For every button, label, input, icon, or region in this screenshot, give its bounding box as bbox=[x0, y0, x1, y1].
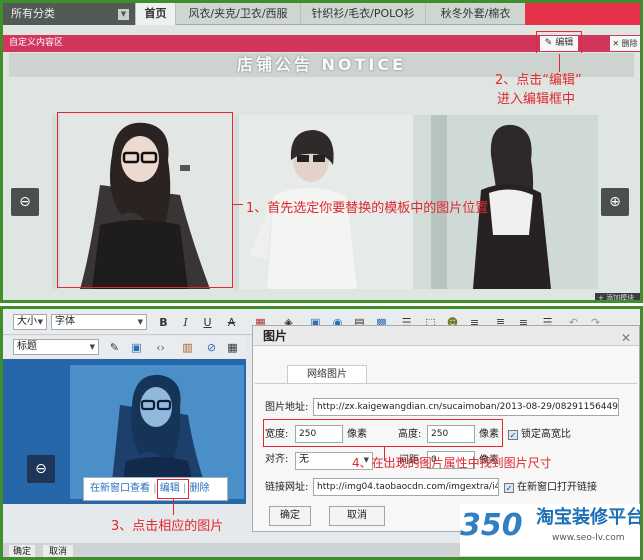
font-size-select[interactable]: 大小 ▼ bbox=[13, 314, 47, 330]
editor-toolbar-row2: 标题 ▼ ✎ ▣ ‹› ▥ ⊘ ▦ bbox=[3, 336, 246, 358]
nav-tab-knitwear[interactable]: 针织衫/毛衣/POLO衫 bbox=[300, 3, 425, 25]
shop-navbar: 所有分类 ▼ 首页 风衣/夹克/卫衣/西服 针织衫/毛衣/POLO衫 秋冬外套/… bbox=[3, 3, 640, 25]
shop-editor-screenshot: 所有分类 ▼ 首页 风衣/夹克/卫衣/西服 针织衫/毛衣/POLO衫 秋冬外套/… bbox=[0, 0, 643, 303]
dialog-ok-button[interactable]: 确定 bbox=[269, 506, 311, 526]
logo-number: 350 bbox=[460, 508, 523, 543]
format-painter-icon[interactable]: ✎ bbox=[107, 340, 122, 355]
size-highlight-box bbox=[263, 419, 503, 447]
lock-ratio-label: 锁定高宽比 bbox=[521, 429, 571, 440]
image-properties-dialog: 图片 ✕ 网络图片 图片地址: http://zx.kaigewangdian.… bbox=[252, 325, 640, 532]
new-window-checkbox[interactable]: ✓ bbox=[504, 483, 514, 493]
image-dialog-screenshot: 大小 ▼ 字体 ▼ B I U A ▦ ◈ ▣ ◉ ▤ ▩ ☰ ⬚ ☻ ≡ ≣ ≡ … bbox=[0, 306, 643, 560]
nav-tab-jackets[interactable]: 风衣/夹克/卫衣/西服 bbox=[175, 3, 300, 25]
close-icon[interactable]: ✕ bbox=[621, 328, 631, 348]
bold-icon[interactable]: B bbox=[156, 315, 171, 330]
nav-tab-coats[interactable]: 秋冬外套/棉衣 bbox=[425, 3, 525, 25]
logo-title: 淘宝装修平台 bbox=[536, 507, 643, 528]
site-logo: 350 淘宝装修平台 www.seo-lv.com bbox=[460, 504, 640, 556]
strikethrough-icon[interactable]: A bbox=[224, 315, 239, 330]
insert-icon[interactable]: ▦ bbox=[225, 340, 240, 355]
url-input[interactable]: http://zx.kaigewangdian.cn/sucaimoban/20… bbox=[313, 398, 619, 416]
carousel-prev-button[interactable]: ⊖ bbox=[27, 455, 55, 483]
tab-network-image[interactable]: 网络图片 bbox=[287, 365, 367, 383]
carousel-next-button[interactable]: ⊕ bbox=[601, 188, 629, 216]
image-context-popup: 在新窗口查看 | 编辑 | 删除 bbox=[83, 477, 228, 501]
open-new-window-link[interactable]: 在新窗口查看 bbox=[90, 483, 150, 494]
annotation-4: 4、在出现的图片属性中找到图片尺寸 bbox=[352, 456, 552, 470]
nav-highlight bbox=[525, 3, 640, 25]
editor-ok-button[interactable]: 确定 bbox=[9, 545, 35, 557]
url-label: 图片地址: bbox=[265, 402, 309, 413]
chevron-down-icon: ▼ bbox=[118, 9, 129, 20]
heading-select[interactable]: 标题 ▼ bbox=[13, 339, 99, 355]
add-module-button[interactable]: + 添加模块 bbox=[595, 293, 640, 300]
popup-delete-link[interactable]: 删除 bbox=[190, 483, 210, 494]
image-icon[interactable]: ▣ bbox=[129, 340, 144, 355]
font-family-select[interactable]: 字体 ▼ bbox=[51, 314, 147, 330]
edit-highlight-box bbox=[536, 31, 582, 54]
delete-button[interactable]: ✕ 删除 bbox=[610, 36, 640, 51]
media-icon[interactable]: ▥ bbox=[180, 340, 195, 355]
no-link-icon[interactable]: ⊘ bbox=[204, 340, 219, 355]
annotation-3-pointer bbox=[173, 499, 174, 515]
annotation-3: 3、点击相应的图片 bbox=[111, 519, 224, 534]
dialog-cancel-button[interactable]: 取消 bbox=[329, 506, 385, 526]
annotation-1-pointer bbox=[233, 204, 243, 205]
align-label: 对齐: bbox=[265, 454, 289, 465]
photo-select-box bbox=[57, 112, 233, 288]
annotation-1: 1、首先选定你要替换的模板中的图片位置 bbox=[246, 201, 489, 216]
link-input[interactable]: http://img04.taobaocdn.com/imgextra/i4/2 bbox=[313, 478, 499, 496]
popup-edit-highlight bbox=[157, 479, 189, 499]
annotation-2-line2: 进入编辑框中 bbox=[497, 92, 576, 107]
logo-url: www.seo-lv.com bbox=[552, 533, 625, 543]
new-window-label: 在新窗口打开链接 bbox=[517, 482, 597, 493]
link-label: 链接网址: bbox=[265, 482, 309, 493]
source-code-icon[interactable]: ‹› bbox=[153, 340, 168, 355]
editor-cancel-button[interactable]: 取消 bbox=[43, 545, 73, 557]
dialog-title: 图片 ✕ bbox=[253, 326, 639, 346]
underline-icon[interactable]: U bbox=[200, 315, 215, 330]
nav-tab-home[interactable]: 首页 bbox=[135, 3, 175, 25]
annotation-2-line1: 2、点击“编辑” bbox=[495, 73, 582, 88]
italic-icon[interactable]: I bbox=[178, 315, 193, 330]
category-label: 所有分类 bbox=[11, 7, 55, 20]
carousel-prev-button[interactable]: ⊖ bbox=[11, 188, 39, 216]
lock-ratio-checkbox[interactable]: ✓ bbox=[508, 430, 518, 440]
category-dropdown[interactable]: 所有分类 ▼ bbox=[3, 3, 135, 25]
